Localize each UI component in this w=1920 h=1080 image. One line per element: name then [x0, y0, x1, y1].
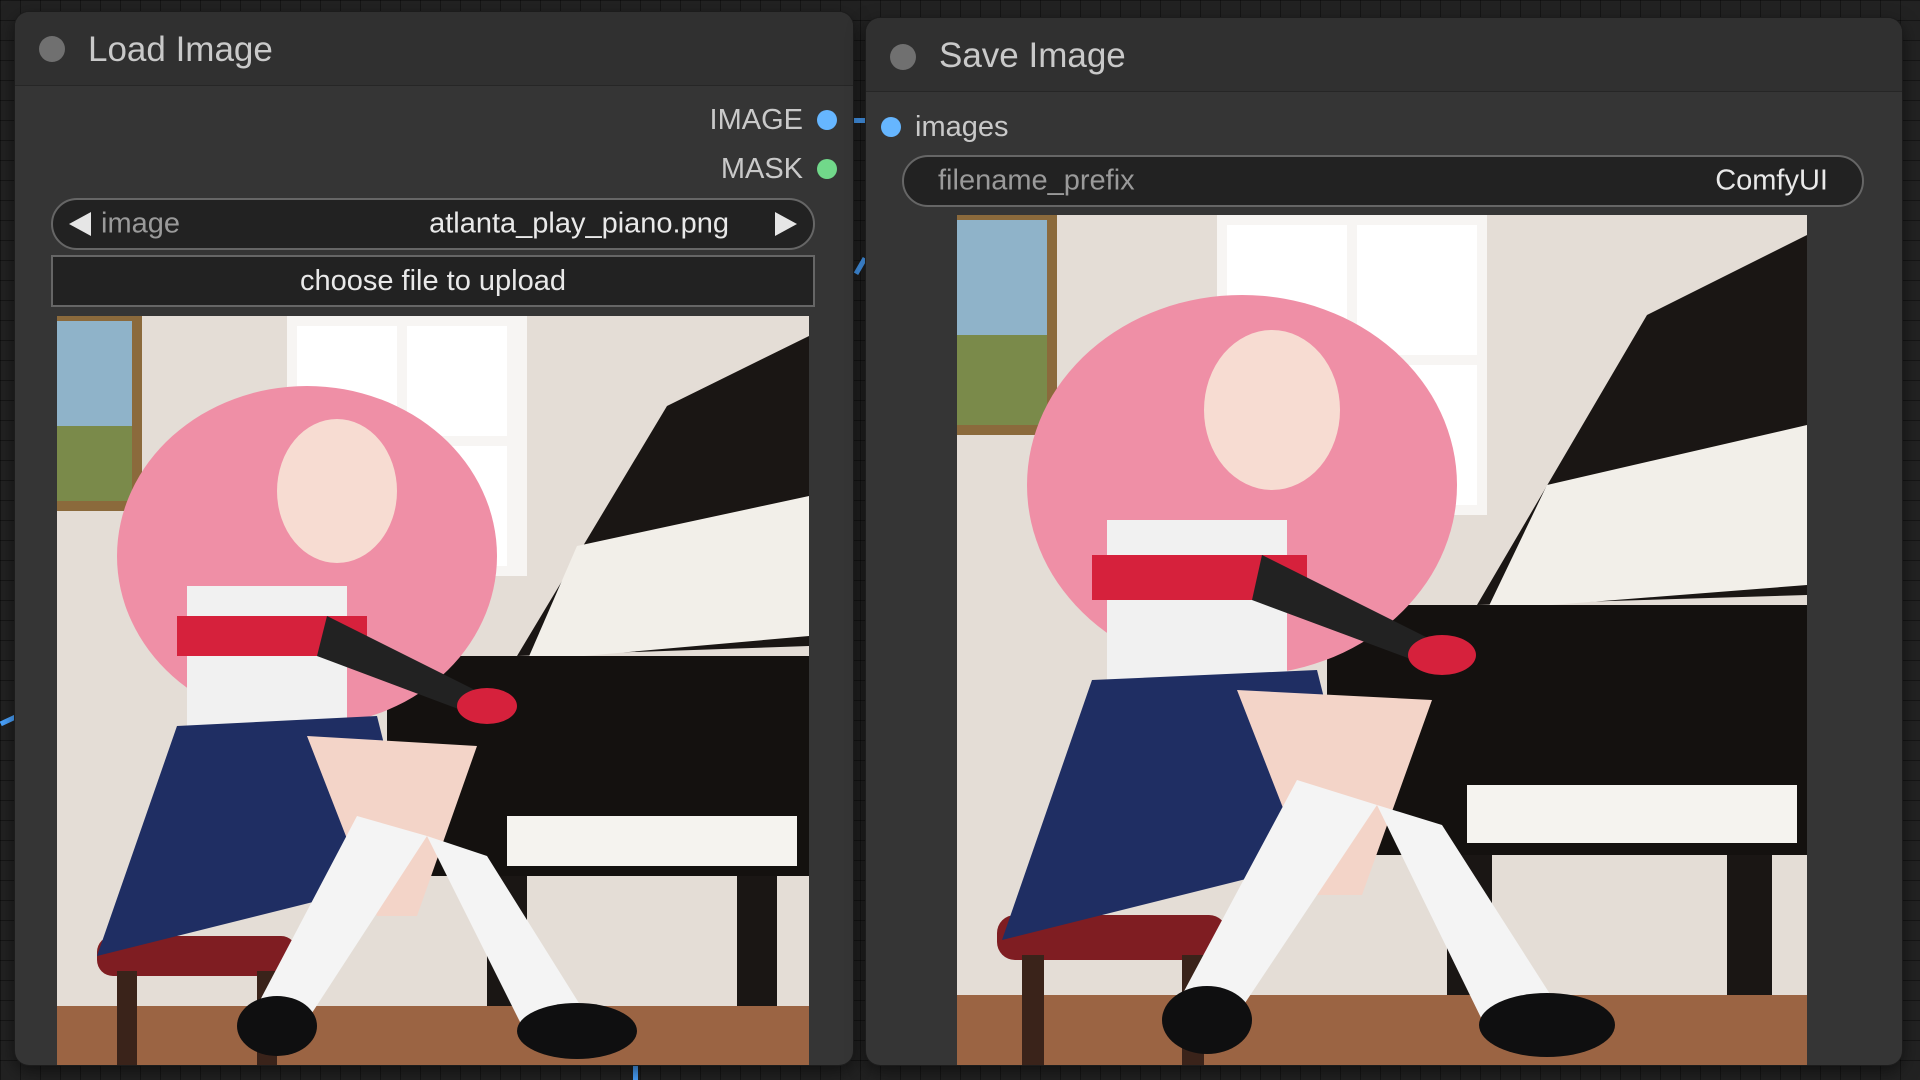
image-combo-widget[interactable]: image atlanta_play_piano.png: [51, 198, 815, 250]
upload-button[interactable]: choose file to upload: [51, 255, 815, 307]
node-header[interactable]: Load Image: [15, 12, 853, 86]
filename-prefix-widget[interactable]: filename_prefix ComfyUI: [902, 155, 1864, 207]
widget-name: filename_prefix: [938, 164, 1135, 197]
output-slot-image[interactable]: [817, 110, 837, 130]
collapse-toggle-icon[interactable]: [890, 44, 916, 70]
output-label-image: IMAGE: [709, 104, 803, 136]
image-preview-icon: [957, 215, 1807, 1065]
combo-name: image: [101, 207, 180, 240]
widget-value: ComfyUI: [1715, 164, 1828, 197]
image-preview: [957, 215, 1807, 1065]
previous-arrow-icon[interactable]: [69, 212, 91, 236]
outgoing-link-wire: [633, 1066, 638, 1080]
input-slot-images[interactable]: [881, 117, 901, 137]
combo-value: atlanta_play_piano.png: [429, 207, 729, 240]
image-preview-icon: [57, 316, 809, 1065]
image-preview: [57, 316, 809, 1065]
collapse-toggle-icon[interactable]: [39, 36, 65, 62]
next-arrow-icon[interactable]: [775, 212, 797, 236]
output-slot-mask[interactable]: [817, 159, 837, 179]
node-title: Save Image: [939, 36, 1126, 75]
input-label-images: images: [915, 111, 1009, 143]
load-image-node[interactable]: Load Image IMAGE MASK image atlanta_play…: [15, 12, 853, 1065]
output-label-mask: MASK: [720, 153, 803, 185]
node-title: Load Image: [88, 30, 273, 69]
incoming-link-wire: [0, 714, 17, 727]
node-header[interactable]: Save Image: [866, 18, 1902, 92]
save-image-node[interactable]: Save Image images filename_prefix ComfyU…: [866, 18, 1902, 1065]
